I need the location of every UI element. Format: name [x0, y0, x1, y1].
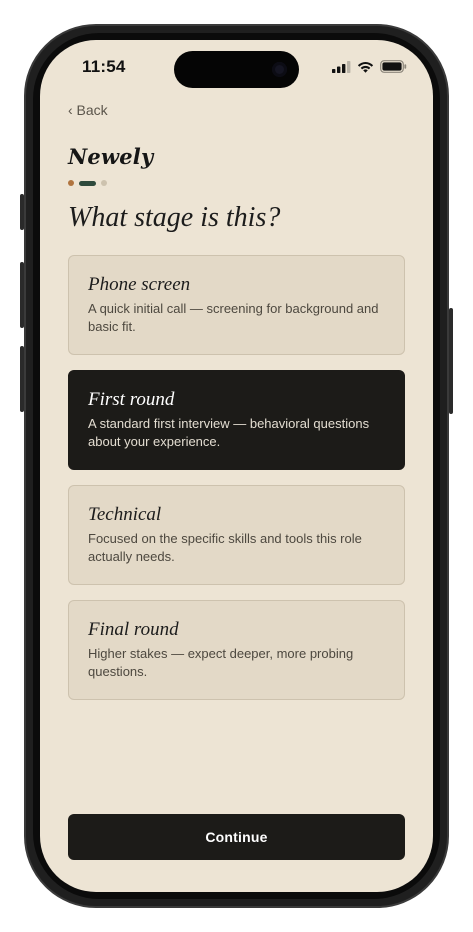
- dynamic-island: [174, 51, 299, 88]
- volume-up-button: [20, 262, 24, 328]
- option-description: A quick initial call — screening for bac…: [88, 301, 379, 334]
- status-icons: [332, 60, 407, 73]
- stage-option-first-round[interactable]: First round A standard first interview —…: [68, 370, 405, 470]
- option-description: A standard first interview — behavioral …: [88, 416, 370, 449]
- stage-option-phone-screen[interactable]: Phone screen A quick initial call — scre…: [68, 255, 405, 355]
- progress-step-done: [68, 180, 74, 186]
- progress-step-current: [79, 180, 96, 186]
- progress-step-upcoming: [101, 180, 107, 186]
- page-title: What stage is this?: [68, 202, 281, 233]
- app-screen: 11:54 ‹ Back Newely What stage is this?: [40, 40, 433, 892]
- option-title: Final round: [88, 619, 179, 640]
- step-progress-indicator: [68, 180, 107, 186]
- front-camera-icon: [272, 62, 287, 77]
- battery-icon: [380, 60, 407, 73]
- cellular-signal-icon: [332, 60, 351, 73]
- status-time: 11:54: [82, 57, 126, 76]
- option-title: First round: [88, 389, 175, 410]
- stage-options-list: Phone screen A quick initial call — scre…: [68, 255, 405, 715]
- stage-option-technical[interactable]: Technical Focused on the specific skills…: [68, 485, 405, 585]
- power-button: [449, 308, 453, 414]
- option-description: Higher stakes — expect deeper, more prob…: [88, 646, 354, 679]
- back-button[interactable]: ‹ Back: [68, 102, 108, 118]
- stage-option-final-round[interactable]: Final round Higher stakes — expect deepe…: [68, 600, 405, 700]
- brand-logo: Newely: [68, 144, 154, 169]
- option-title: Phone screen: [88, 274, 191, 295]
- volume-down-button: [20, 346, 24, 412]
- wifi-icon: [357, 61, 374, 73]
- option-title: Technical: [88, 504, 162, 525]
- action-button: [20, 194, 24, 230]
- continue-button[interactable]: Continue: [68, 814, 405, 860]
- option-description: Focused on the specific skills and tools…: [88, 531, 362, 564]
